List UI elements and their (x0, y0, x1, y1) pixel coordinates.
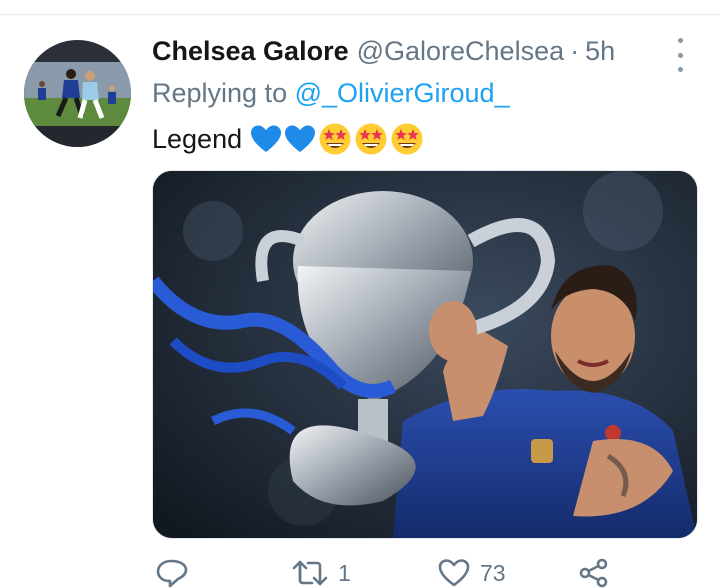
like-button[interactable]: 73 (438, 558, 506, 588)
replying-prefix: Replying to (152, 78, 288, 108)
trophy-celebration-photo (153, 171, 697, 538)
star-struck-emoji-icon (319, 123, 351, 155)
retweet-count: 1 (338, 559, 351, 586)
retweet-button[interactable]: 1 (292, 558, 351, 588)
reply-button[interactable] (156, 558, 198, 588)
timestamp[interactable]: 5h (585, 36, 615, 67)
tweet-media-photo[interactable] (152, 170, 698, 539)
tweet-actions: 1 73 (152, 558, 672, 588)
blue-heart-emoji-icon (251, 125, 282, 152)
avatar[interactable] (24, 40, 131, 147)
more-dot (677, 38, 683, 43)
more-dot (677, 52, 683, 58)
like-count: 73 (480, 559, 506, 586)
share-icon (579, 558, 608, 588)
user-handle[interactable]: @GaloreChelsea (357, 36, 565, 67)
emoji-group (250, 122, 424, 156)
tweet-body: Legend (152, 123, 243, 154)
replying-to-line: Replying to @_OlivierGiroud_ (152, 78, 510, 109)
star-struck-emoji-icon (355, 123, 387, 155)
heart-icon (438, 559, 470, 587)
replying-to-mention[interactable]: @_OlivierGiroud_ (295, 78, 510, 108)
tweet-header: Chelsea Galore @GaloreChelsea · 5h (152, 36, 615, 72)
more-options-icon[interactable] (670, 38, 690, 72)
avatar-image (24, 40, 131, 147)
share-button[interactable] (578, 558, 610, 588)
tweet-text: Legend (152, 122, 424, 156)
more-dot (677, 67, 683, 72)
display-name[interactable]: Chelsea Galore (152, 36, 349, 67)
separator: · (570, 36, 580, 66)
tweet[interactable]: Chelsea Galore @GaloreChelsea · 5h Reply… (0, 0, 720, 588)
star-struck-emoji-icon (391, 123, 423, 155)
reply-icon (156, 559, 188, 588)
blue-heart-emoji-icon (285, 125, 316, 152)
retweet-icon (292, 560, 328, 586)
